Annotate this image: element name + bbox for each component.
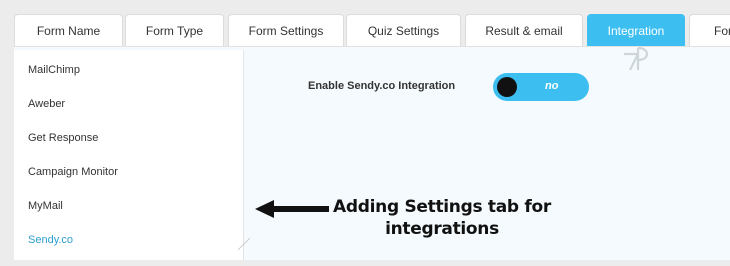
sidebar-item-campaign-monitor[interactable]: Campaign Monitor xyxy=(28,166,118,178)
toggle-knob xyxy=(497,77,517,97)
active-item-pointer-icon xyxy=(238,237,251,250)
tab-quiz-settings[interactable]: Quiz Settings xyxy=(346,14,461,46)
sidebar-item-sendy[interactable]: Sendy.co xyxy=(28,234,73,246)
arrow-left-icon xyxy=(255,200,329,218)
sidebar-item-aweber[interactable]: Aweber xyxy=(28,98,65,110)
enable-sendy-toggle[interactable]: no xyxy=(493,73,589,101)
tab-form-type[interactable]: Form Type xyxy=(125,14,224,46)
sidebar-item-get-response[interactable]: Get Response xyxy=(28,132,98,144)
sidebar-item-mymail[interactable]: MyMail xyxy=(28,200,63,212)
sidebar-item-mailchimp[interactable]: MailChimp xyxy=(28,64,80,76)
annotation-line-1: Adding Settings tab for xyxy=(333,197,551,217)
tab-form-more[interactable]: For xyxy=(689,14,730,46)
toggle-state-text: no xyxy=(545,80,559,92)
tab-integration[interactable]: Integration xyxy=(587,14,685,46)
tab-bar: Form Name Form Type Form Settings Quiz S… xyxy=(0,0,730,46)
annotation-line-2: integrations xyxy=(385,219,499,239)
tab-result-email[interactable]: Result & email xyxy=(465,14,583,46)
integration-sidebar: MailChimp Aweber Get Response Campaign M… xyxy=(14,50,244,260)
tab-form-name[interactable]: Form Name xyxy=(14,14,123,46)
annotation-caption: Adding Settings tab for integrations xyxy=(332,196,552,240)
enable-sendy-label: Enable Sendy.co Integration xyxy=(308,80,456,92)
wp-logo-icon xyxy=(624,46,649,71)
tab-form-settings[interactable]: Form Settings xyxy=(228,14,344,46)
